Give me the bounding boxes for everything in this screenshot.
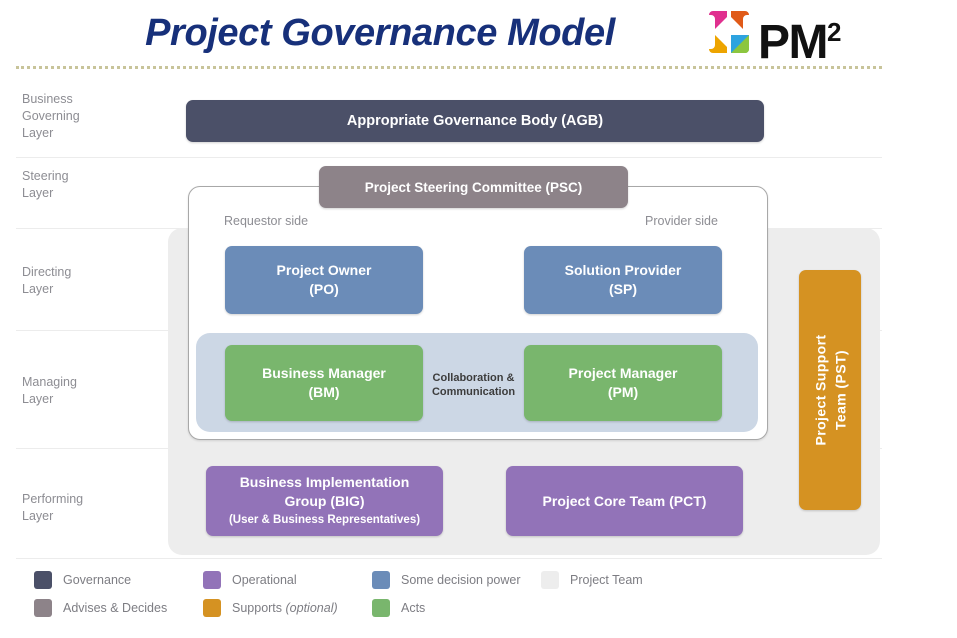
legend-label-project-team: Project Team <box>570 573 643 587</box>
legend-item-some-decision-power: Some decision power <box>372 570 521 590</box>
big-line2: Group (BIG) <box>229 492 420 511</box>
legend-label-operational: Operational <box>232 573 297 587</box>
legend-swatch-governance <box>34 571 52 589</box>
logo-word: PM <box>758 16 827 69</box>
legend-swatch-some-decision-power <box>372 571 390 589</box>
logo-superscript: 2 <box>827 17 840 47</box>
legend-item-supports: Supports (optional) <box>203 598 338 618</box>
legend-swatch-project-team <box>541 571 559 589</box>
legend-label-supports: Supports (optional) <box>232 601 338 615</box>
pst-text: Project Support Team (PST) <box>810 334 850 445</box>
appropriate-governance-body-box[interactable]: Appropriate Governance Body (AGB) <box>186 100 764 142</box>
bm-line2: (BM) <box>262 383 386 402</box>
project-manager-box[interactable]: Project Manager (PM) <box>524 345 722 421</box>
layer-divider-steering <box>16 157 882 158</box>
legend-item-operational: Operational <box>203 570 297 590</box>
legend-swatch-supports <box>203 599 221 617</box>
project-core-team-box[interactable]: Project Core Team (PCT) <box>506 466 743 536</box>
psc-label: Project Steering Committee (PSC) <box>365 178 583 197</box>
layer-divider-bottom <box>16 558 882 559</box>
business-implementation-group-box[interactable]: Business Implementation Group (BIG) (Use… <box>206 466 443 536</box>
page-title: Project Governance Model <box>100 9 660 57</box>
big-line1: Business Implementation <box>229 473 420 492</box>
legend-label-supports-optional: (optional) <box>286 601 338 615</box>
legend-label-governance: Governance <box>63 573 131 587</box>
legend-item-project-team: Project Team <box>541 570 643 590</box>
legend: Governance Operational Some decision pow… <box>16 564 882 624</box>
pm2-logo-text: PM2 <box>758 4 840 71</box>
sp-line2: (SP) <box>565 280 682 299</box>
big-line3: (User & Business Representatives) <box>229 511 420 530</box>
collaboration-communication-label: Collaboration & Communication <box>424 371 523 399</box>
legend-swatch-operational <box>203 571 221 589</box>
pst-line2: Team (PST) <box>830 334 850 445</box>
pm2-logo: PM2 <box>706 6 881 58</box>
collab-line2: Communication <box>424 385 523 399</box>
layer-label-managing: Managing Layer <box>22 374 152 408</box>
collab-line1: Collaboration & <box>424 371 523 385</box>
bm-line1: Business Manager <box>262 364 386 383</box>
po-line1: Project Owner <box>277 261 372 280</box>
legend-item-acts: Acts <box>372 598 425 618</box>
legend-label-some-decision-power: Some decision power <box>401 573 521 587</box>
legend-item-advises-and-decides: Advises & Decides <box>34 598 167 618</box>
layer-label-business-governing: Business Governing Layer <box>22 91 152 142</box>
legend-label-advises-and-decides: Advises & Decides <box>63 601 167 615</box>
pct-label: Project Core Team (PCT) <box>543 492 707 511</box>
solution-provider-box[interactable]: Solution Provider (SP) <box>524 246 722 314</box>
po-line2: (PO) <box>277 280 372 299</box>
sp-line1: Solution Provider <box>565 261 682 280</box>
pm-line1: Project Manager <box>569 364 678 383</box>
header: Project Governance Model PM2 <box>0 0 957 72</box>
project-steering-committee-box[interactable]: Project Steering Committee (PSC) <box>319 166 628 208</box>
requestor-side-label: Requestor side <box>224 213 308 229</box>
project-support-team-box[interactable]: Project Support Team (PST) <box>799 270 861 510</box>
layer-label-steering: Steering Layer <box>22 168 152 202</box>
business-manager-box[interactable]: Business Manager (BM) <box>225 345 423 421</box>
legend-item-governance: Governance <box>34 570 131 590</box>
legend-label-supports-text: Supports <box>232 601 286 615</box>
header-divider <box>16 66 882 69</box>
legend-label-acts: Acts <box>401 601 425 615</box>
layer-label-directing: Directing Layer <box>22 264 152 298</box>
layer-label-performing: Performing Layer <box>22 491 152 525</box>
agb-label: Appropriate Governance Body (AGB) <box>347 112 603 131</box>
pm2-logo-mark <box>706 9 752 55</box>
provider-side-label: Provider side <box>645 213 718 229</box>
pst-line1: Project Support <box>810 334 830 445</box>
pm-line2: (PM) <box>569 383 678 402</box>
project-owner-box[interactable]: Project Owner (PO) <box>225 246 423 314</box>
legend-swatch-advises-and-decides <box>34 599 52 617</box>
legend-swatch-acts <box>372 599 390 617</box>
